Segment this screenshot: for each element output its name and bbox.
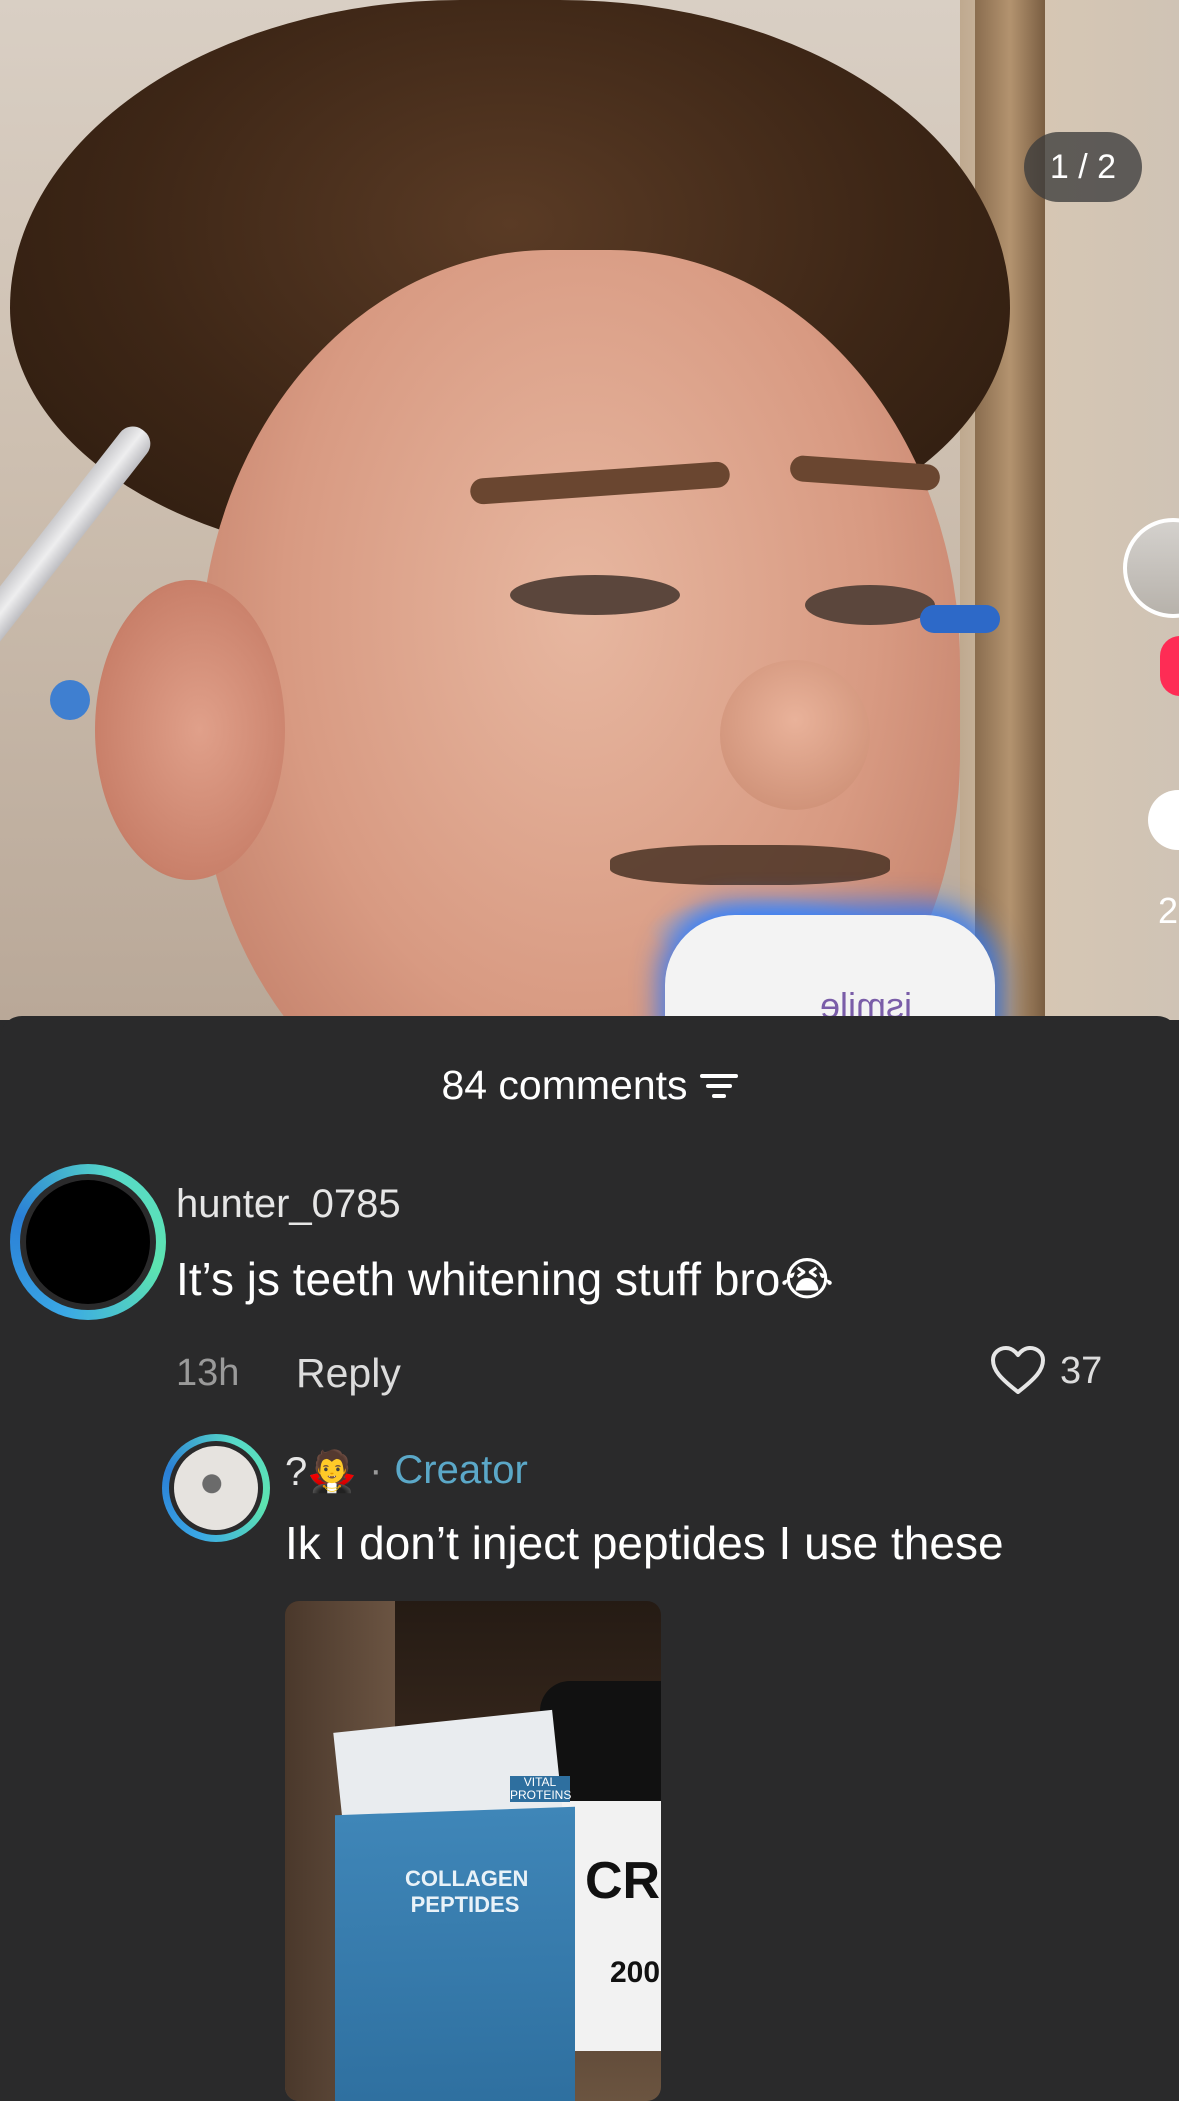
photo-device-brand: ismile — [820, 985, 913, 1020]
heart-outline-icon[interactable] — [990, 1346, 1046, 1396]
reply-username-row: ?🧛 · Creator — [285, 1448, 528, 1495]
photo-mustache — [610, 845, 890, 885]
photo-eye-left — [510, 575, 680, 615]
photo-pen-right — [920, 605, 1000, 633]
reply-attached-photo[interactable]: CR 200 VITAL PROTEINS COLLAGEN PEPTIDES — [285, 1601, 661, 2101]
like-button[interactable]: 37 — [990, 1346, 1102, 1396]
post-photo[interactable]: ismile 1 / 2 2 — [0, 0, 1179, 1020]
comments-sheet: 84 comments hunter_0785 It’s js teeth wh… — [0, 1016, 1179, 2101]
avatar[interactable] — [20, 1174, 156, 1310]
avatar-story-ring[interactable] — [10, 1164, 166, 1320]
reply-username[interactable]: ?🧛 — [285, 1448, 357, 1495]
reply-button[interactable]: Reply — [296, 1350, 401, 1397]
creator-badge: Creator — [394, 1448, 528, 1492]
attached-photo-box — [335, 1806, 575, 2101]
comment-username[interactable]: hunter_0785 — [176, 1182, 401, 1227]
attached-photo-jar-count: 200 — [610, 1956, 661, 1989]
reply-avatar-ring[interactable] — [162, 1434, 270, 1542]
comment-timestamp: 13h — [176, 1352, 240, 1394]
reply-avatar-image — [174, 1446, 258, 1530]
attached-photo-box-brand: VITAL PROTEINS — [510, 1775, 572, 1802]
separator-dot: · — [369, 1448, 383, 1492]
photo-ear — [95, 580, 285, 880]
comments-header: 84 comments — [0, 1062, 1179, 1109]
photo-pen-tip — [50, 680, 90, 720]
comments-count-title: 84 comments — [441, 1062, 688, 1108]
like-count: 37 — [1060, 1349, 1103, 1392]
reply-avatar[interactable] — [169, 1441, 263, 1535]
avatar-image — [26, 1180, 150, 1304]
reply-text: Ik I don’t inject peptides I use these — [285, 1517, 1004, 1569]
attached-photo-jar-text: CR — [585, 1852, 661, 1910]
comment-text: It’s js teeth whitening stuff bro😭 — [176, 1253, 835, 1305]
photo-nose — [720, 660, 870, 810]
attached-photo-box-title: COLLAGEN PEPTIDES — [405, 1866, 529, 1917]
side-like-count: 2 — [1158, 890, 1179, 931]
follow-button[interactable] — [1160, 636, 1179, 696]
photo-eye-right — [805, 585, 935, 625]
filter-icon[interactable] — [699, 1072, 738, 1100]
page-indicator: 1 / 2 — [1024, 132, 1142, 202]
